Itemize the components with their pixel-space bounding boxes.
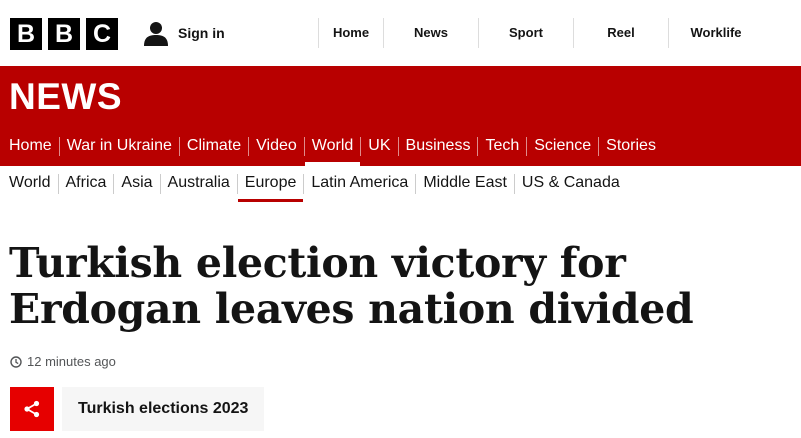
share-button[interactable] [10, 387, 54, 431]
mainnav-war-in-ukraine[interactable]: War in Ukraine [60, 129, 179, 166]
world-subnavigation: World Africa Asia Australia Europe Latin… [0, 166, 627, 202]
mainnav-video[interactable]: Video [249, 129, 304, 166]
clock-icon [10, 355, 22, 368]
bbc-logo-letter: B [48, 18, 80, 50]
article-timestamp: 12 minutes ago [10, 354, 116, 369]
bbc-logo[interactable]: B B C [10, 18, 118, 50]
subnav-middle-east[interactable]: Middle East [416, 166, 514, 202]
subnav-europe[interactable]: Europe [237, 166, 304, 202]
mainnav-uk[interactable]: UK [361, 129, 397, 166]
main-navigation: Home War in Ukraine Climate Video World … [0, 129, 663, 166]
sign-in-label: Sign in [178, 25, 225, 41]
mainnav-stories[interactable]: Stories [599, 129, 663, 166]
mainnav-science[interactable]: Science [527, 129, 598, 166]
subnav-world[interactable]: World [0, 166, 58, 202]
mainnav-home[interactable]: Home [0, 129, 59, 166]
news-wordmark[interactable]: NEWS [9, 77, 122, 117]
user-icon [144, 22, 168, 46]
topnav-news[interactable]: News [384, 18, 479, 48]
topnav-home[interactable]: Home [319, 18, 384, 48]
article-headline: Turkish election victory for Erdogan lea… [9, 239, 694, 333]
top-bar: B B C Sign in Home News Sport Reel Workl… [0, 0, 801, 66]
news-banner: NEWS Home War in Ukraine Climate Video W… [0, 66, 801, 166]
timestamp-text: 12 minutes ago [27, 354, 116, 369]
topnav-sport[interactable]: Sport [479, 18, 574, 48]
subnav-australia[interactable]: Australia [161, 166, 237, 202]
share-icon [24, 400, 40, 418]
mainnav-tech[interactable]: Tech [478, 129, 526, 166]
topnav-reel[interactable]: Reel [574, 18, 669, 48]
topic-tag[interactable]: Turkish elections 2023 [62, 387, 265, 431]
subnav-us-canada[interactable]: US & Canada [515, 166, 627, 202]
subnav-africa[interactable]: Africa [59, 166, 114, 202]
bbc-logo-letter: B [10, 18, 42, 50]
mainnav-business[interactable]: Business [399, 129, 478, 166]
mainnav-world[interactable]: World [304, 129, 361, 166]
sign-in-link[interactable]: Sign in [143, 19, 225, 47]
bbc-logo-letter: C [86, 18, 118, 50]
subnav-latin-america[interactable]: Latin America [304, 166, 415, 202]
topnav-worklife[interactable]: Worklife [669, 18, 763, 48]
mainnav-climate[interactable]: Climate [180, 129, 248, 166]
top-navigation: Home News Sport Reel Worklife [318, 18, 763, 48]
subnav-asia[interactable]: Asia [114, 166, 159, 202]
